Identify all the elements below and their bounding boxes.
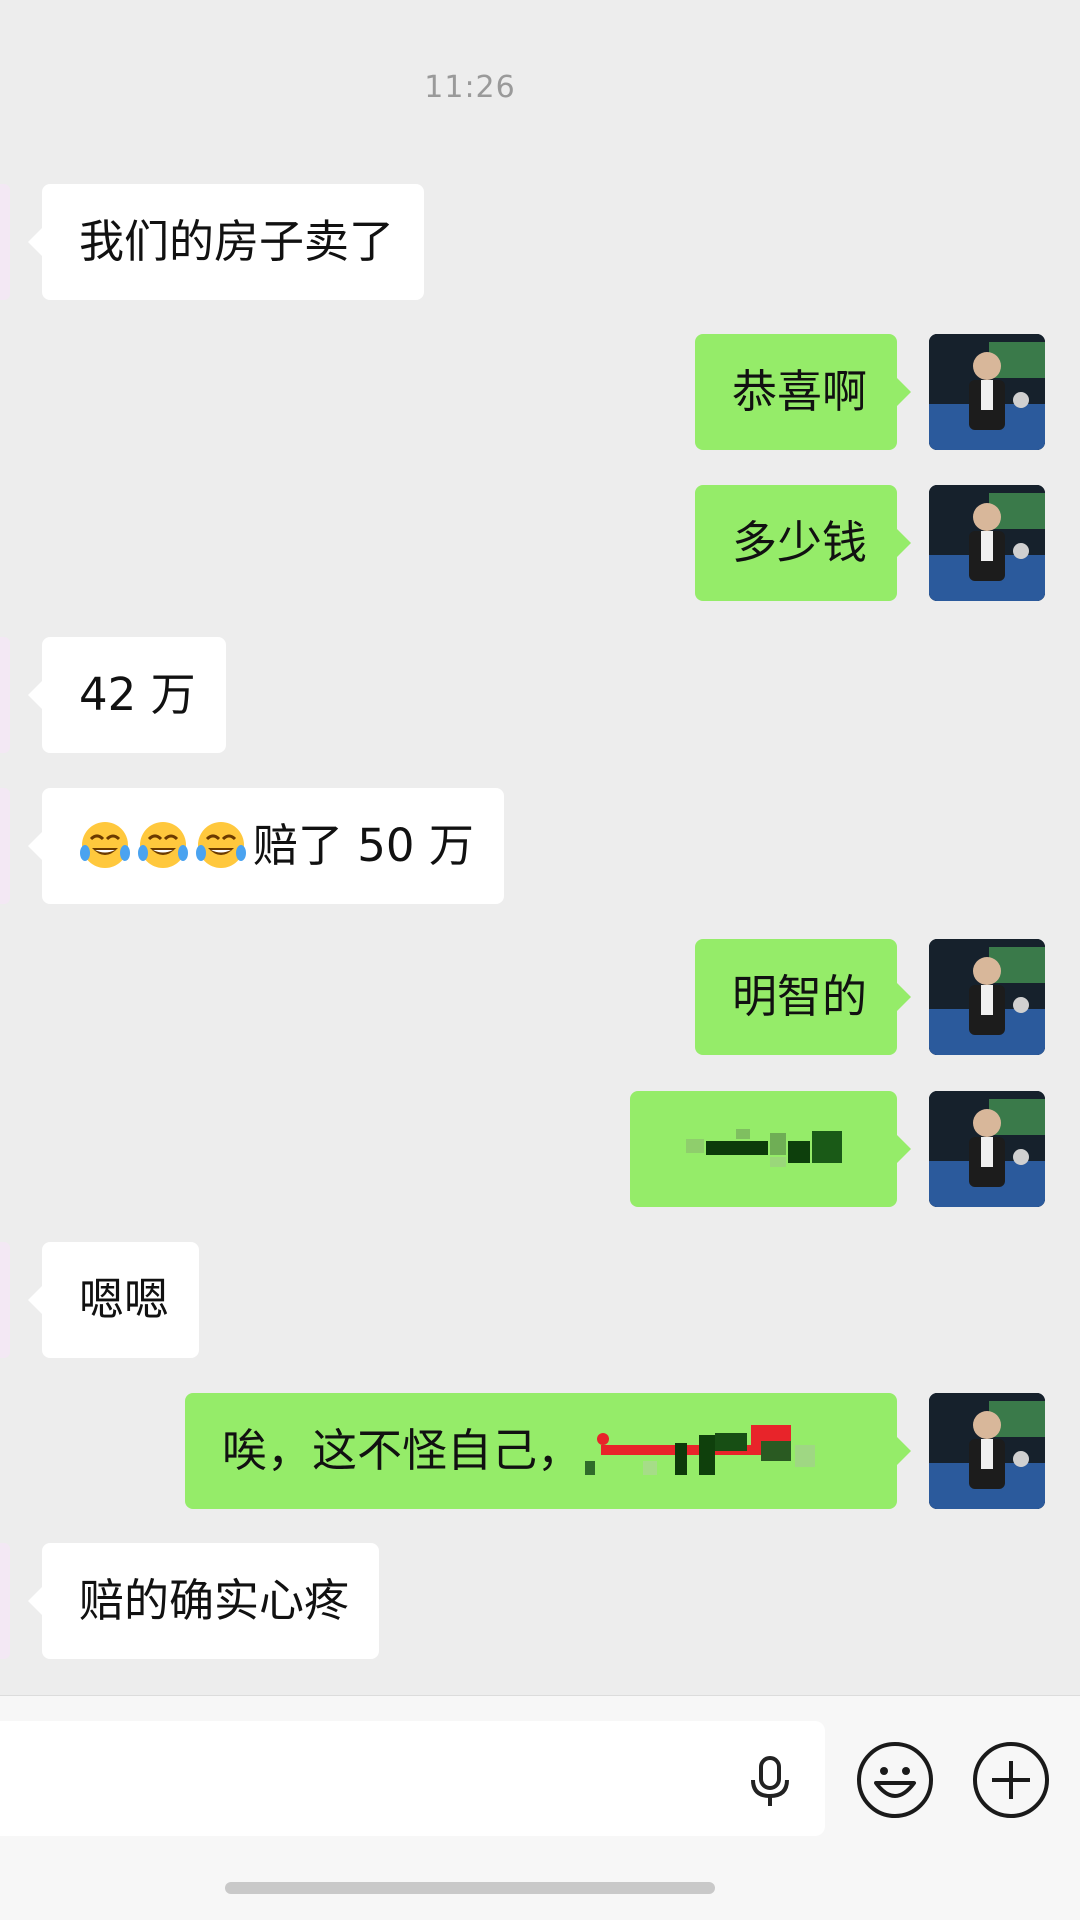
incoming-message-bubble[interactable]: 42 万 xyxy=(28,637,226,753)
avatar-photo-icon xyxy=(929,1393,1045,1509)
plus-icon[interactable] xyxy=(972,1741,1050,1819)
my-avatar[interactable] xyxy=(929,1393,1045,1509)
outgoing-message-bubble-redacted[interactable] xyxy=(630,1091,911,1207)
redaction-mosaic xyxy=(686,1129,842,1167)
incoming-message-bubble[interactable]: 嗯嗯 xyxy=(27,1242,200,1358)
contact-avatar-edge[interactable] xyxy=(0,184,10,300)
incoming-message-bubble[interactable]: 赔了 50 万 xyxy=(28,788,504,904)
outgoing-message-bubble[interactable]: 明智的 xyxy=(694,939,912,1055)
message-text: 我们的房子卖了 xyxy=(79,215,395,268)
outgoing-message-bubble[interactable]: 唉，这不怪自己， xyxy=(185,1393,911,1509)
contact-avatar-edge[interactable] xyxy=(0,788,10,904)
input-bar xyxy=(0,1695,1080,1920)
outgoing-message-bubble[interactable]: 恭喜啊 xyxy=(694,334,912,450)
chat-area[interactable]: 11:26 我们的房子卖了 恭喜啊 多少钱 42 万 赔了 50 万 明智的 嗯… xyxy=(0,0,1080,1695)
microphone-icon[interactable] xyxy=(745,1754,795,1808)
outgoing-message-bubble[interactable]: 多少钱 xyxy=(694,485,912,601)
redaction-mosaic xyxy=(585,1425,815,1475)
my-avatar[interactable] xyxy=(929,1091,1045,1207)
message-text: 42 万 xyxy=(79,668,196,721)
message-text: 多少钱 xyxy=(731,516,867,569)
message-text: 赔了 50 万 xyxy=(253,819,474,872)
emoji-face-icon[interactable] xyxy=(856,1741,934,1819)
my-avatar[interactable] xyxy=(929,939,1045,1055)
message-text: 唉，这不怪自己， xyxy=(222,1424,583,1477)
contact-avatar-edge[interactable] xyxy=(0,1242,10,1358)
avatar-photo-icon xyxy=(929,485,1045,601)
avatar-photo-icon xyxy=(929,939,1045,1055)
message-text: 赔的确实心疼 xyxy=(79,1574,350,1627)
message-text: 嗯嗯 xyxy=(79,1273,170,1326)
contact-avatar-edge[interactable] xyxy=(0,1543,10,1659)
message-input[interactable] xyxy=(0,1721,825,1836)
contact-avatar-edge[interactable] xyxy=(0,637,10,753)
my-avatar[interactable] xyxy=(929,485,1045,601)
message-timestamp: 11:26 xyxy=(424,70,516,105)
tears-of-joy-emoji xyxy=(196,822,246,868)
message-text: 恭喜啊 xyxy=(731,365,867,418)
message-text: 明智的 xyxy=(731,970,867,1023)
home-indicator[interactable] xyxy=(225,1882,715,1894)
incoming-message-bubble[interactable]: 赔的确实心疼 xyxy=(27,1543,380,1659)
tears-of-joy-emoji xyxy=(138,822,188,868)
avatar-photo-icon xyxy=(929,334,1045,450)
tears-of-joy-emoji xyxy=(80,822,130,868)
incoming-message-bubble[interactable]: 我们的房子卖了 xyxy=(27,184,425,300)
avatar-photo-icon xyxy=(929,1091,1045,1207)
my-avatar[interactable] xyxy=(929,334,1045,450)
